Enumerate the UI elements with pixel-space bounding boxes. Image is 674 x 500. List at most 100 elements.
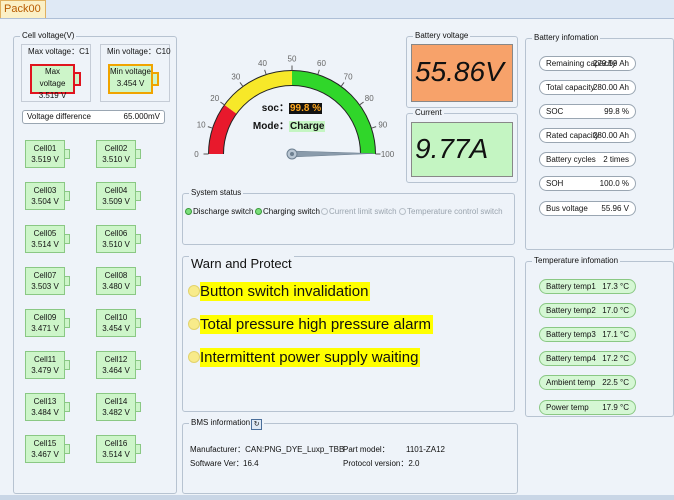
gauge-tick [340, 82, 345, 87]
cell-terminal [136, 149, 141, 159]
battery-info-item-value: 2 times [603, 155, 629, 164]
cell-terminal [65, 234, 70, 244]
cell-item: Cell02 3.510 V [96, 140, 141, 168]
warn-protect-panel: Warn and Protect [182, 256, 515, 412]
cell-name: Cell10 [104, 313, 128, 322]
cell-name: Cell02 [104, 144, 128, 153]
current-limit-switch[interactable]: Current limit switch [321, 207, 397, 217]
charging-switch-indicator [255, 208, 262, 215]
warning-text: Button switch invalidation [200, 282, 371, 301]
cell-item: Cell11 3.479 V [25, 351, 70, 379]
battery-info-item-label: Bus voltage [546, 204, 588, 213]
temperature-item-label: Ambient temp [546, 378, 596, 387]
cell-item: Cell13 3.484 V [25, 393, 70, 421]
gauge-tick-label: 0 [194, 150, 199, 159]
warning-text: Total pressure high pressure alarm [200, 315, 433, 334]
part-model-row: Part model： 1101-ZA12 [343, 444, 445, 455]
mode-label: Mode： [252, 121, 289, 132]
battery-info-item: Total capacity 280.00 Ah [539, 80, 636, 95]
cell-name: Cell04 [104, 186, 128, 195]
min-voltage-cell: Min voltage 3.454 V [108, 64, 159, 94]
battery-info-item: Rated capacity 280.00 Ah [539, 128, 636, 143]
voltage-difference-value: 65.000mV [123, 112, 160, 121]
cell-value: 3.514 V [102, 450, 130, 459]
current-title: Current [413, 108, 444, 118]
gauge-tick-label: 100 [381, 150, 395, 159]
battery-voltage-value: 55.86V [415, 56, 504, 87]
gauge-hub-center [290, 152, 294, 156]
temperature-item-label: Battery temp1 [546, 282, 596, 291]
temperature-item: Power temp 17.9 °C [539, 400, 636, 415]
gauge-tick [264, 69, 267, 75]
temperature-item-label: Power temp [546, 403, 589, 412]
software-version-row: Software Ver：16.4 [190, 458, 259, 469]
part-model-value: 1101-ZA12 [406, 445, 445, 454]
software-version-label: Software Ver： [190, 459, 244, 468]
cell-terminal [65, 191, 70, 201]
battery-info-item-label: Total capacity [546, 83, 595, 92]
discharge-switch-label: Discharge switch [193, 207, 254, 216]
cell-terminal [136, 276, 141, 286]
gauge-green-band [291, 70, 376, 155]
gauge-tick-label: 30 [231, 73, 240, 82]
cell-name: Cell14 [104, 397, 128, 406]
temperature-item-value: 17.2 °C [602, 354, 629, 363]
cell-item: Cell03 3.504 V [25, 182, 70, 210]
cell-terminal [65, 402, 70, 412]
cell-item: Cell06 3.510 V [96, 225, 141, 253]
cell-name: Cell05 [33, 229, 57, 238]
max-voltage-label: Max voltage [39, 67, 66, 88]
max-voltage-value: 3.519 V [38, 91, 67, 100]
battery-info-item: Bus voltage 55.96 V [539, 201, 636, 216]
gauge-tick [359, 101, 364, 106]
system-status-panel: System status [182, 188, 515, 245]
cell-name: Cell03 [33, 186, 57, 195]
cell-terminal [65, 318, 70, 328]
cell-value: 3.464 V [102, 366, 130, 375]
cell-voltage-panel: Cell voltage(V) [13, 31, 177, 494]
temperature-item-value: 22.5 °C [602, 378, 629, 387]
discharge-switch[interactable]: Discharge switch [185, 207, 253, 217]
discharge-switch-indicator [185, 208, 192, 215]
bms-information-label: BMS information [191, 418, 251, 427]
manufacturer-value: CAN:PNG_DYE_Luxp_TBB [245, 445, 345, 454]
cell-terminal [65, 276, 70, 286]
battery-info-item-label: Rated capacity [546, 131, 599, 140]
cell-value: 3.480 V [102, 282, 130, 291]
protocol-version-row: Protocol version：2.0 [343, 458, 419, 469]
voltage-difference-label: Voltage difference [27, 112, 91, 121]
battery-voltage-title: Battery voltage [413, 31, 471, 41]
temperature-item-value: 17.0 °C [602, 306, 629, 315]
cell-item: Cell09 3.471 V [25, 309, 70, 337]
gauge-tick-label: 20 [210, 94, 219, 103]
cell-item: Cell04 3.509 V [96, 182, 141, 210]
mode-readout: Mode：Charge [238, 121, 326, 133]
cell-value: 3.519 V [31, 155, 59, 164]
refresh-icon[interactable]: ↻ [251, 419, 263, 430]
temperature-item-value: 17.1 °C [602, 330, 629, 339]
gauge-tick-label: 40 [258, 59, 267, 68]
mode-value: Charge [289, 121, 326, 132]
cell-item: Cell05 3.514 V [25, 225, 70, 253]
soc-label: soc： [261, 103, 289, 114]
cell-value: 3.514 V [31, 240, 59, 249]
temperature-control-switch[interactable]: Temperature control switch [399, 207, 503, 217]
max-voltage-nub [75, 72, 81, 86]
warning-indicator [188, 318, 200, 330]
max-voltage-cell: Max voltage 3.519 V [30, 64, 81, 100]
battery-info-item-value: 99.8 % [604, 107, 629, 116]
temperature-item-label: Battery temp4 [546, 354, 596, 363]
min-voltage-nub [153, 72, 159, 86]
tab-pack00[interactable]: Pack00 [0, 0, 46, 18]
gauge-tick-label: 50 [288, 55, 297, 64]
cell-value: 3.504 V [31, 197, 59, 206]
temperature-control-switch-indicator [399, 208, 406, 215]
cell-terminal [65, 444, 70, 454]
charging-switch[interactable]: Charging switch [255, 207, 320, 217]
gauge-tick-label: 70 [344, 73, 353, 82]
min-voltage-label: Min voltage [110, 67, 151, 76]
cell-value: 3.510 V [102, 240, 130, 249]
cell-item: Cell14 3.482 V [96, 393, 141, 421]
battery-info-item-value: 280.00 Ah [592, 131, 629, 140]
cell-terminal [136, 444, 141, 454]
